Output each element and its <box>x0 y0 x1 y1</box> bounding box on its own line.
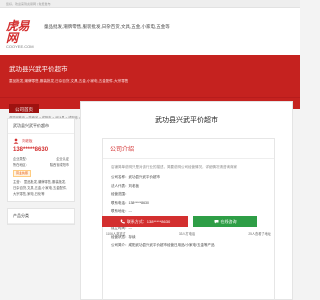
products-title: 产品分类 <box>8 209 74 224</box>
company-card-body: 刘老板 138*****8630 企业类型： 企业认证 所在地区： 陕西省咸阳市… <box>8 134 74 201</box>
region-row: 所在地区： 陕西省咸阳市 <box>13 162 69 168</box>
site-description: 童品批发,潮牌零售,服装批发,日杂百货,文具,五金,小家电,五金等 <box>44 24 170 29</box>
address-views-count: 25人查看了地址 <box>248 232 271 236</box>
region-value: 陕西省咸阳市 <box>49 163 69 167</box>
chat-button[interactable]: 在线咨询 <box>193 216 257 227</box>
sidebar-company-name: 武功县兴武平价超市 <box>8 119 74 134</box>
top-bar: 您好，欢迎来到虎易网 | 免费发布 <box>0 0 300 8</box>
intro-line: 公司名称：武功县兴武平价超市 <box>111 175 160 179</box>
banner-description: 童品批发,潮牌零售,服装批发,日杂百货,文具,五金,小家电,五金配件,大宗零售 <box>9 79 129 83</box>
logo-sub: COOYEE.COM <box>6 44 34 49</box>
top-bar-text: 您好，欢迎来到虎易网 | 免费发布 <box>6 2 51 6</box>
intro-line: 公司简介：咸阳武功县兴武平价超市经营日用品/小家电/五金等产品 <box>111 243 215 247</box>
intro-line: 店铺简单说明只是对该行业的描述，简要说明公司经营情况，详细情况请咨询商家 <box>111 165 237 169</box>
main-panel: 武功县兴武平价超市 公司介绍 店铺简单说明只是对该行业的描述，简要说明公司经营情… <box>80 101 293 300</box>
intro-line: 法人代表：刘老板 <box>111 183 139 188</box>
site-logo[interactable]: 虎易网 COOYEE.COM <box>6 20 40 49</box>
action-buttons: 联系方式：138*****8630 在线咨询 <box>102 216 275 227</box>
region-label: 所在地区： <box>13 163 29 167</box>
views-count: 1106人浏览过 <box>106 232 126 236</box>
user-icon <box>13 138 19 144</box>
header: 虎易网 COOYEE.COM 童品批发,潮牌零售,服装批发,日杂百货,文具,五金… <box>0 8 300 55</box>
phone-button-label: 联系方式：138*****8630 <box>126 218 171 224</box>
sidebar: 武功县兴武平价超市 刘老板 138*****8630 企业类型： 企业认证 所在… <box>7 118 75 225</box>
business-scope: 主营： 童品批发,潮牌零售,服装批发,日杂百货,文具,五金,小家电,五金配件,大… <box>13 179 69 197</box>
chat-button-label: 在线咨询 <box>220 218 237 224</box>
intro-line: 经营范围： <box>111 192 129 196</box>
phone-icon <box>120 219 125 224</box>
business-scope-label: 主营： <box>13 180 23 184</box>
phone-button[interactable]: 联系方式：138*****8630 <box>102 216 188 227</box>
intro-title: 公司介绍 <box>103 139 274 159</box>
stats-row: 1106人浏览过 33人打电话 25人查看了地址 <box>102 231 275 236</box>
sidebar-phone[interactable]: 138*****8630 <box>13 147 69 153</box>
logo-main: 虎易网 <box>6 19 30 45</box>
chat-icon <box>214 220 218 224</box>
contact-person: 刘老板 <box>13 138 69 144</box>
intro-line: 联系电话：138*****8630 <box>111 200 149 205</box>
banner-title: 武功县兴武平价超市 <box>9 66 68 73</box>
page-title: 武功县兴武平价超市 <box>155 117 218 124</box>
contact-name: 刘老板 <box>22 139 33 143</box>
company-card: 武功县兴武平价超市 刘老板 138*****8630 企业类型： 企业认证 所在… <box>7 118 75 202</box>
products-card: 产品分类 <box>7 208 75 225</box>
license-badge[interactable]: 营业执照 <box>13 170 32 177</box>
company-banner: 武功县兴武平价超市 童品批发,潮牌零售,服装批发,日杂百货,文具,五金,小家电,… <box>0 55 300 97</box>
intro-line: 联系地址：--- <box>111 209 132 213</box>
calls-count: 33人打电话 <box>178 232 196 236</box>
